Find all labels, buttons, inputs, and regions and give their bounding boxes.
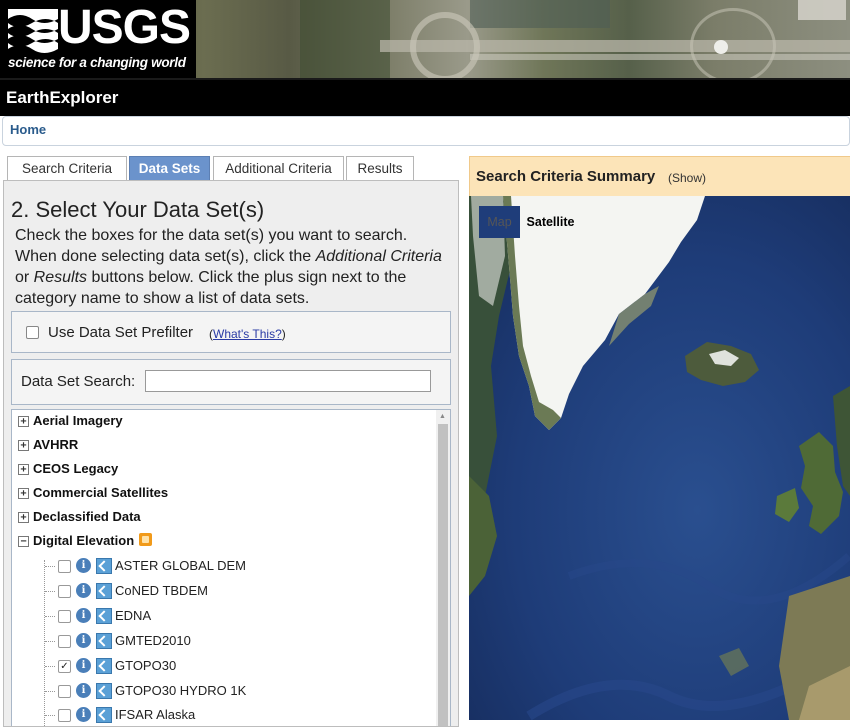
category-label[interactable]: CEOS Legacy <box>33 461 118 476</box>
dataset-label[interactable]: GTOPO30 <box>115 658 176 673</box>
aerial-photo-building <box>798 0 846 20</box>
aerial-photo-circle <box>410 12 480 78</box>
prefilter-checkbox[interactable] <box>26 326 39 339</box>
tree-connector <box>45 666 55 667</box>
info-icon[interactable]: i <box>76 658 91 673</box>
prefilter-help: (What's This?) <box>209 327 286 341</box>
aerial-photo-monument <box>714 40 728 54</box>
footprint-map-icon[interactable] <box>96 608 112 624</box>
tree-connector <box>45 691 55 692</box>
logo-tagline: science for a changing world <box>8 55 186 70</box>
whats-this-link[interactable]: What's This? <box>213 327 282 341</box>
dataset-checkbox[interactable] <box>58 635 71 648</box>
app-title[interactable]: EarthExplorer <box>6 88 118 108</box>
scroll-thumb[interactable] <box>438 424 448 726</box>
tree-scrollbar[interactable]: ▲ <box>436 410 450 726</box>
header-banner: USGS science for a changing world <box>0 0 850 78</box>
usgs-logo[interactable]: USGS science for a changing world <box>0 0 196 78</box>
prefilter-box: Use Data Set Prefilter (What's This?) <box>11 311 451 353</box>
summary-show-toggle[interactable]: (Show) <box>668 171 706 185</box>
dataset-search-label: Data Set Search: <box>21 373 136 390</box>
breadcrumb: Home <box>2 116 850 146</box>
aerial-photo-road <box>470 54 850 60</box>
aerial-photo-water <box>470 0 610 28</box>
map-view[interactable]: Map Satellite <box>469 196 850 720</box>
breadcrumb-home-link[interactable]: Home <box>10 122 46 137</box>
category-info-badge-icon[interactable] <box>139 533 152 546</box>
expand-plus-icon[interactable]: + <box>18 512 29 523</box>
footprint-map-icon[interactable] <box>96 558 112 574</box>
logo-wordmark: USGS <box>58 1 191 54</box>
tree-connector <box>44 560 45 726</box>
map-type-map-button[interactable]: Map <box>479 206 520 238</box>
data-sets-panel: 2. Select Your Data Set(s) Check the box… <box>3 180 459 727</box>
summary-title: Search Criteria Summary <box>476 168 656 185</box>
info-icon[interactable]: i <box>76 583 91 598</box>
footprint-map-icon[interactable] <box>96 633 112 649</box>
category-label[interactable]: Aerial Imagery <box>33 413 123 428</box>
footprint-map-icon[interactable] <box>96 707 112 723</box>
instructions-text-part: or <box>15 269 34 286</box>
dataset-checkbox[interactable] <box>58 709 71 722</box>
tree-connector <box>45 715 55 716</box>
dataset-checkbox-checked[interactable]: ✓ <box>58 660 71 673</box>
footprint-map-icon[interactable] <box>96 583 112 599</box>
category-label[interactable]: Digital Elevation <box>33 533 134 548</box>
app-title-bar: EarthExplorer <box>0 78 850 116</box>
dataset-search-input[interactable] <box>145 370 431 392</box>
info-icon[interactable]: i <box>76 633 91 648</box>
dataset-label[interactable]: GTOPO30 HYDRO 1K <box>115 683 246 698</box>
dataset-checkbox[interactable] <box>58 585 71 598</box>
expand-plus-icon[interactable]: + <box>18 464 29 475</box>
category-label[interactable]: AVHRR <box>33 437 78 452</box>
dataset-checkbox[interactable] <box>58 560 71 573</box>
instructions-emphasis-results: Results <box>33 269 88 286</box>
expand-plus-icon[interactable]: + <box>18 440 29 451</box>
category-label[interactable]: Commercial Satellites <box>33 485 168 500</box>
category-label[interactable]: Declassified Data <box>33 509 141 524</box>
aerial-photo-oval <box>690 8 776 78</box>
footprint-map-icon[interactable] <box>96 683 112 699</box>
tab-additional-criteria[interactable]: Additional Criteria <box>213 156 344 181</box>
dataset-label[interactable]: CoNED TBDEM <box>115 583 208 598</box>
tab-search-criteria[interactable]: Search Criteria <box>7 156 127 181</box>
collapse-minus-icon[interactable]: − <box>18 536 29 547</box>
dataset-label[interactable]: EDNA <box>115 608 151 623</box>
aerial-photo-trees <box>300 0 390 78</box>
tab-results[interactable]: Results <box>346 156 414 181</box>
dataset-tree: ▲ + Aerial Imagery + AVHRR + CEOS Legacy… <box>11 409 451 726</box>
tree-connector <box>45 591 55 592</box>
info-icon[interactable]: i <box>76 608 91 623</box>
tree-connector <box>45 566 55 567</box>
map-type-satellite-button[interactable]: Satellite <box>520 206 581 238</box>
tree-connector <box>45 616 55 617</box>
info-icon[interactable]: i <box>76 558 91 573</box>
prefilter-help-paren: ) <box>281 327 286 341</box>
expand-plus-icon[interactable]: + <box>18 488 29 499</box>
dataset-label[interactable]: GMTED2010 <box>115 633 191 648</box>
section-heading: 2. Select Your Data Set(s) <box>11 197 265 222</box>
search-criteria-summary-header: Search Criteria Summary (Show) <box>469 156 850 198</box>
expand-plus-icon[interactable]: + <box>18 416 29 427</box>
instructions-emphasis-additional: Additional Criteria <box>315 248 442 265</box>
instructions-text: Check the boxes for the data set(s) you … <box>15 225 451 309</box>
dataset-search-box: Data Set Search: <box>11 359 451 405</box>
dataset-checkbox[interactable] <box>58 610 71 623</box>
tab-data-sets[interactable]: Data Sets <box>129 156 210 181</box>
tree-connector <box>45 641 55 642</box>
dataset-checkbox[interactable] <box>58 685 71 698</box>
footprint-map-icon[interactable] <box>96 658 112 674</box>
scroll-up-arrow-icon[interactable]: ▲ <box>439 413 446 420</box>
satellite-imagery[interactable] <box>469 196 850 720</box>
usgs-wave-icon <box>8 9 58 53</box>
info-icon[interactable]: i <box>76 683 91 698</box>
dataset-label[interactable]: ASTER GLOBAL DEM <box>115 558 246 573</box>
prefilter-label: Use Data Set Prefilter <box>48 324 194 341</box>
